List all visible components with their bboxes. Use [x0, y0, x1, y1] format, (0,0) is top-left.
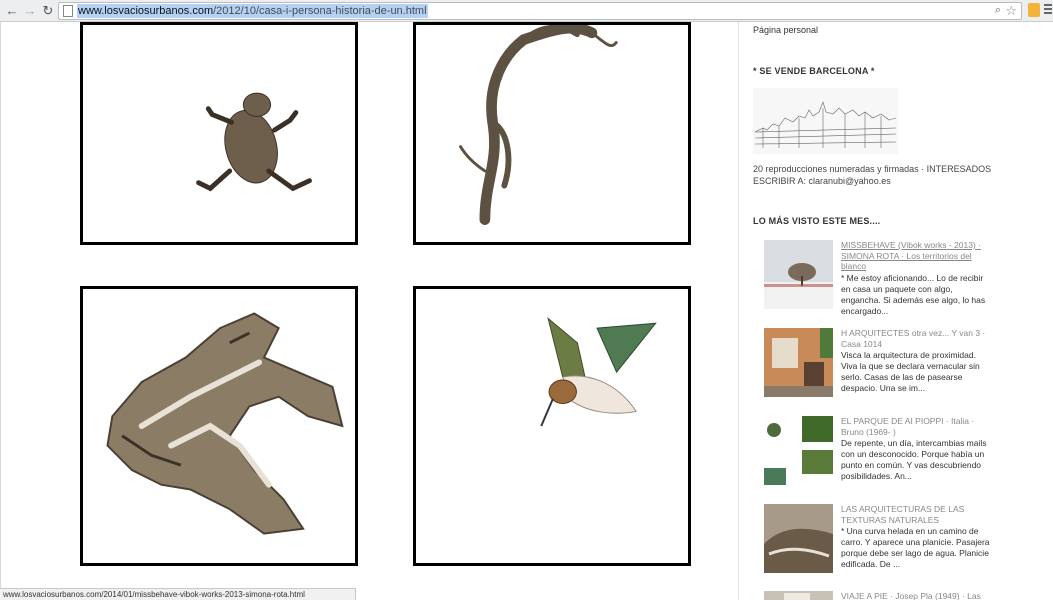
back-arrow-icon[interactable]: ← — [4, 3, 20, 19]
sidebar-divider — [738, 22, 739, 600]
personal-page-link[interactable]: Página personal — [753, 25, 818, 35]
photo-hummingbird[interactable] — [413, 286, 691, 566]
hummingbird-image — [540, 317, 657, 427]
popular-heading: LO MÁS VISTO ESTE MES.... — [753, 216, 881, 226]
post-thumbnail[interactable] — [764, 504, 833, 573]
address-bar[interactable]: www.losvaciosurbanos.com/2012/10/casa-i-… — [58, 2, 1022, 20]
post-excerpt: * Me estoy aficionando... Lo de recibir … — [841, 273, 986, 316]
page-icon — [63, 5, 73, 17]
status-bar-url: www.losvaciosurbanos.com/2014/01/missbeh… — [0, 588, 356, 600]
tree-snow-image — [764, 240, 833, 309]
post-excerpt: Visca la arquitectura de proximidad. Viv… — [841, 350, 980, 393]
brick-house-image — [764, 328, 833, 397]
url-host: www.losvaciosurbanos.com — [78, 5, 214, 17]
skyline-drawing — [754, 101, 897, 148]
menu-icon[interactable] — [1044, 4, 1052, 16]
post-title[interactable]: MISSBEHAVE (Vibok works - 2013) · SIMONA… — [841, 240, 991, 272]
branch-image — [459, 25, 618, 225]
sale-heading: * SE VENDE BARCELONA * — [753, 66, 875, 76]
url-path: /2012/10/casa-i-persona-historia-de-un.h… — [213, 5, 427, 17]
garden-collage-image — [764, 416, 833, 485]
photo-toad[interactable] — [80, 22, 358, 245]
post-title[interactable]: LAS ARQUITECTURAS DE LAS TEXTURAS NATURA… — [841, 504, 991, 525]
book-cover-image — [764, 591, 833, 600]
bark-image — [106, 312, 344, 535]
url-text[interactable]: www.losvaciosurbanos.com/2012/10/casa-i-… — [77, 4, 428, 18]
extension-icon[interactable] — [1028, 3, 1040, 17]
window-edge — [0, 22, 1, 600]
sale-description: 20 reproducciones numeradas y firmadas ·… — [753, 164, 992, 186]
post-title[interactable]: H ARQUITECTES otra vez... Y van 3 · Casa… — [841, 328, 991, 349]
forward-arrow-icon[interactable]: → — [22, 3, 38, 19]
post-thumbnail[interactable] — [764, 328, 833, 397]
photo-bark[interactable] — [80, 286, 358, 566]
post-thumbnail[interactable] — [764, 591, 833, 600]
bookmark-star-icon[interactable]: ☆ — [1005, 3, 1017, 19]
post-thumbnail[interactable] — [764, 240, 833, 309]
photo-branch[interactable] — [413, 22, 691, 245]
barcelona-sketch[interactable] — [753, 88, 898, 154]
post-excerpt: De repente, un día, intercambias mails c… — [841, 438, 987, 481]
zoom-icon[interactable]: ⌕ — [995, 4, 1001, 17]
post-title[interactable]: VIAJE A PIE · Josep Pla (1949) · Las — [841, 591, 991, 600]
post-thumbnail[interactable] — [764, 416, 833, 485]
post-excerpt: * Una curva helada en un camino de carro… — [841, 526, 990, 569]
browser-toolbar: ← → ↻ www.losvaciosurbanos.com/2012/10/c… — [0, 0, 1053, 22]
natural-texture-image — [764, 504, 833, 573]
toad-image — [196, 92, 312, 192]
reload-icon[interactable]: ↻ — [40, 3, 56, 19]
post-title[interactable]: EL PARQUE DE AI PIOPPI · Italia · Bruno … — [841, 416, 991, 437]
